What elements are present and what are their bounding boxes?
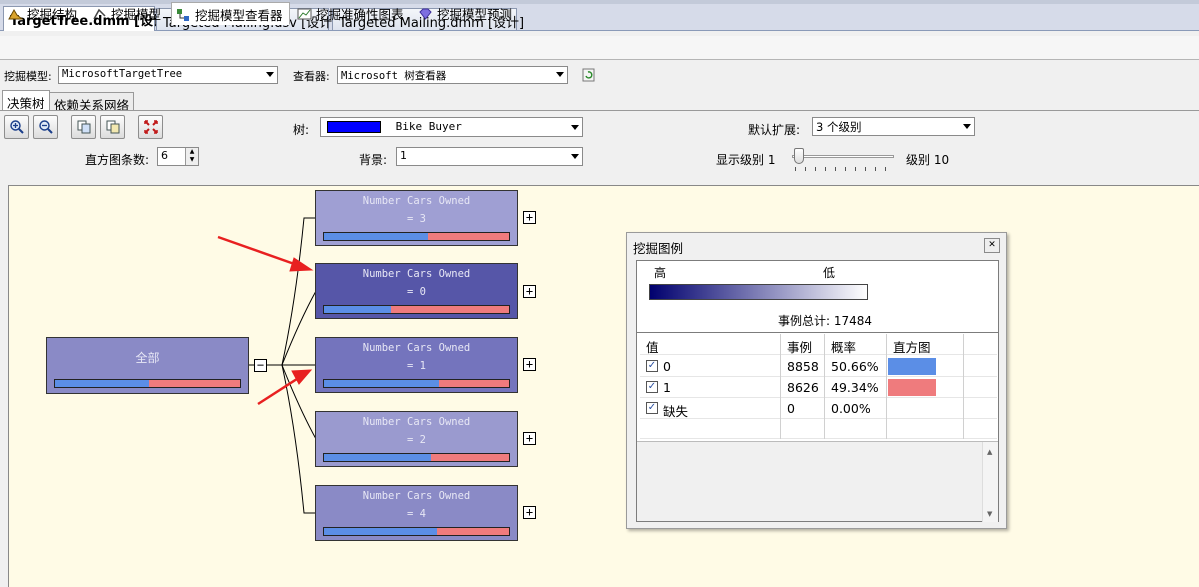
node-histogram	[323, 232, 510, 241]
histogram-blue-segment	[324, 528, 437, 535]
tree-node-cars-2[interactable]: Number Cars Owned = 2	[315, 411, 518, 467]
histogram-blue-segment	[55, 380, 150, 387]
histogram-blue-segment	[324, 454, 432, 461]
node-label: 全部	[135, 351, 160, 365]
legend-row-empty	[640, 419, 997, 439]
tree-node-cars-1[interactable]: Number Cars Owned = 1	[315, 337, 518, 393]
row-value: 缺失	[663, 404, 689, 419]
legend-total: 事例总计: 17484	[778, 312, 872, 329]
legend-panel: 高 低 事例总计: 17484 值 事例 概率 直方图 ✓ 0 8858 50.…	[636, 260, 999, 522]
node-value: = 4	[407, 508, 426, 520]
histogram-blue-segment	[324, 233, 428, 240]
node-title: Number Cars Owned	[362, 342, 471, 354]
histogram-pink-segment	[427, 233, 509, 240]
histogram-swatch	[888, 358, 936, 375]
legend-total-label: 事例总计:	[778, 314, 831, 328]
row-probability: 0.00%	[831, 401, 871, 416]
legend-row: ✓ 缺失 0 0.00%	[640, 398, 997, 419]
close-icon[interactable]: ✕	[984, 238, 1000, 253]
node-title: Number Cars Owned	[362, 490, 471, 502]
grid-column-divider	[824, 334, 825, 439]
node-value: = 2	[407, 434, 426, 446]
row-cases: 8858	[787, 359, 819, 374]
legend-title: 挖掘图例	[633, 241, 684, 256]
divider	[637, 332, 998, 333]
histogram-blue-segment	[324, 380, 439, 387]
legend-detail-area: ▲ ▼	[637, 441, 998, 522]
mining-legend-window[interactable]: 挖掘图例 ✕ 高 低 事例总计: 17484 值 事例 概率 直方图 ✓ 0 8…	[626, 232, 1007, 529]
legend-row: ✓ 1 8626 49.34%	[640, 377, 997, 398]
node-value: = 0	[407, 286, 426, 298]
row-cases: 0	[787, 401, 795, 416]
expand-node-icon[interactable]: +	[523, 211, 536, 224]
node-histogram	[323, 379, 510, 388]
scrollbar[interactable]: ▲ ▼	[982, 442, 998, 522]
row-value: 0	[663, 359, 671, 374]
histogram-swatch	[888, 400, 936, 417]
legend-gradient	[649, 284, 868, 300]
row-probability: 49.34%	[831, 380, 879, 395]
grid-column-divider	[963, 334, 964, 439]
expand-node-icon[interactable]: +	[523, 432, 536, 445]
histogram-pink-segment	[390, 306, 509, 313]
node-histogram	[323, 453, 510, 462]
expand-node-icon[interactable]: +	[523, 285, 536, 298]
row-probability: 50.66%	[831, 359, 879, 374]
tree-connectors	[217, 217, 317, 514]
grid-column-divider	[780, 334, 781, 439]
collapse-root-icon[interactable]: −	[254, 359, 267, 372]
checkbox[interactable]: ✓	[646, 381, 658, 393]
grid-column-divider	[886, 334, 887, 439]
column-header: 直方图	[893, 340, 931, 355]
legend-total-value: 17484	[833, 314, 873, 328]
node-histogram	[54, 379, 241, 388]
histogram-blue-segment	[324, 306, 391, 313]
expand-node-icon[interactable]: +	[523, 506, 536, 519]
node-value: = 1	[407, 360, 426, 372]
histogram-pink-segment	[431, 454, 509, 461]
tree-node-cars-4[interactable]: Number Cars Owned = 4	[315, 485, 518, 541]
column-header: 事例	[787, 340, 813, 355]
node-title: Number Cars Owned	[362, 268, 471, 280]
node-histogram	[323, 305, 510, 314]
node-value: = 3	[407, 213, 426, 225]
tree-node-root[interactable]: 全部	[46, 337, 249, 394]
checkbox[interactable]: ✓	[646, 360, 658, 372]
histogram-swatch	[888, 379, 936, 396]
tree-node-cars-0[interactable]: Number Cars Owned = 0	[315, 263, 518, 319]
histogram-pink-segment	[149, 380, 240, 387]
column-header: 值	[646, 340, 659, 355]
expand-node-icon[interactable]: +	[523, 358, 536, 371]
legend-high-label: 高	[654, 266, 667, 280]
checkbox[interactable]: ✓	[646, 402, 658, 414]
histogram-pink-segment	[438, 380, 509, 387]
node-title: Number Cars Owned	[362, 416, 471, 428]
row-cases: 8626	[787, 380, 819, 395]
tree-node-cars-3[interactable]: Number Cars Owned = 3	[315, 190, 518, 246]
node-histogram	[323, 527, 510, 536]
legend-grid-header: 值 事例 概率 直方图	[640, 334, 997, 355]
histogram-pink-segment	[436, 528, 509, 535]
scroll-up-icon[interactable]: ▲	[987, 448, 992, 456]
legend-low-label: 低	[823, 266, 836, 280]
row-value: 1	[663, 380, 671, 395]
node-title: Number Cars Owned	[362, 195, 471, 207]
column-header: 概率	[831, 340, 857, 355]
legend-row: ✓ 0 8858 50.66%	[640, 356, 997, 377]
scroll-down-icon[interactable]: ▼	[987, 510, 992, 518]
